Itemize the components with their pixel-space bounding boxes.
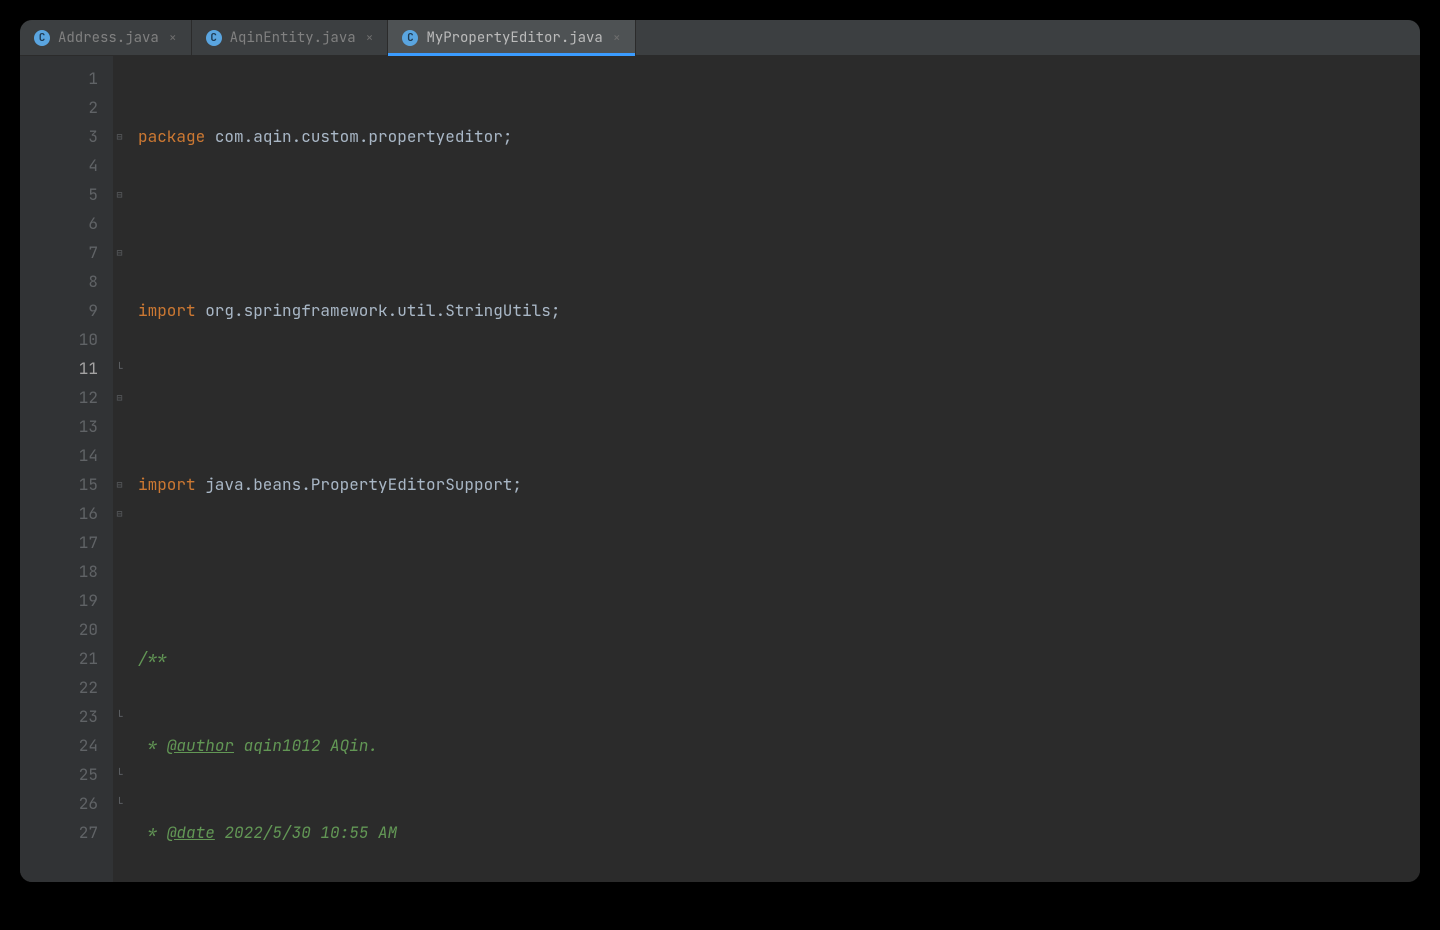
line-number[interactable]: 7 [20,238,98,267]
tab-label: AqinEntity.java [230,29,356,47]
line-number[interactable]: 20 [20,615,98,644]
code-area[interactable]: package com.aqin.custom.propertyeditor; … [126,56,1420,882]
fold-icon[interactable] [116,389,122,405]
line-number[interactable]: 25 [20,760,98,789]
code-line[interactable]: import org.springframework.util.StringUt… [126,296,1420,325]
line-number[interactable]: 26 [20,789,98,818]
tab-address[interactable]: C Address.java × [20,20,192,55]
class-file-icon: C [34,30,50,46]
line-number[interactable]: 27 [20,818,98,847]
tab-aqinentity[interactable]: C AqinEntity.java × [192,20,389,55]
line-number[interactable]: 18 [20,557,98,586]
fold-end-icon [117,795,123,811]
line-number[interactable]: 1 [20,64,98,93]
fold-icon[interactable] [116,505,122,521]
code-editor[interactable]: 1 2 3 4 5 6 7 8 9 10 11 12 13 14 15 16 1… [20,56,1420,882]
line-number[interactable]: 19 [20,586,98,615]
line-number[interactable]: 24 [20,731,98,760]
line-number[interactable]: 10 [20,325,98,354]
fold-icon[interactable] [116,476,122,492]
line-number[interactable]: 9 [20,296,98,325]
fold-end-icon [117,766,123,782]
editor-tabs: C Address.java × C AqinEntity.java × C M… [20,20,1420,56]
fold-icon[interactable] [116,128,122,144]
code-line[interactable] [126,383,1420,412]
close-icon[interactable]: × [613,29,621,46]
line-number-gutter[interactable]: 1 2 3 4 5 6 7 8 9 10 11 12 13 14 15 16 1… [20,56,112,882]
line-number[interactable]: 8 [20,267,98,296]
line-number[interactable]: 16 [20,499,98,528]
close-icon[interactable]: × [169,29,177,46]
line-number[interactable]: 12 [20,383,98,412]
tab-mypropertyeditor[interactable]: C MyPropertyEditor.java × [388,20,635,55]
line-number[interactable]: 17 [20,528,98,557]
code-line[interactable]: package com.aqin.custom.propertyeditor; [126,122,1420,151]
code-line[interactable]: import java.beans.PropertyEditorSupport; [126,470,1420,499]
code-line[interactable]: * @author aqin1012 AQin. [126,731,1420,760]
line-number[interactable]: 22 [20,673,98,702]
line-number[interactable]: 3 [20,122,98,151]
class-file-icon: C [206,30,222,46]
close-icon[interactable]: × [366,29,374,46]
line-number[interactable]: 21 [20,644,98,673]
fold-end-icon [117,360,123,376]
line-number[interactable]: 15 [20,470,98,499]
fold-end-icon [117,708,123,724]
code-line[interactable] [126,209,1420,238]
tab-label: MyPropertyEditor.java [426,29,602,47]
tab-label: Address.java [58,29,159,47]
line-number[interactable]: 11 [20,354,98,383]
class-file-icon: C [402,30,418,46]
code-line[interactable] [126,557,1420,586]
line-number[interactable]: 5 [20,180,98,209]
line-number[interactable]: 6 [20,209,98,238]
fold-icon[interactable] [116,186,122,202]
line-number[interactable]: 14 [20,441,98,470]
code-line[interactable]: * @date 2022/5/30 10:55 AM [126,818,1420,847]
ide-window: C Address.java × C AqinEntity.java × C M… [20,20,1420,882]
fold-gutter[interactable] [112,56,126,882]
fold-icon[interactable] [116,244,122,260]
line-number[interactable]: 2 [20,93,98,122]
line-number[interactable]: 13 [20,412,98,441]
code-line[interactable]: /** [126,644,1420,673]
line-number[interactable]: 23 [20,702,98,731]
line-number[interactable]: 4 [20,151,98,180]
